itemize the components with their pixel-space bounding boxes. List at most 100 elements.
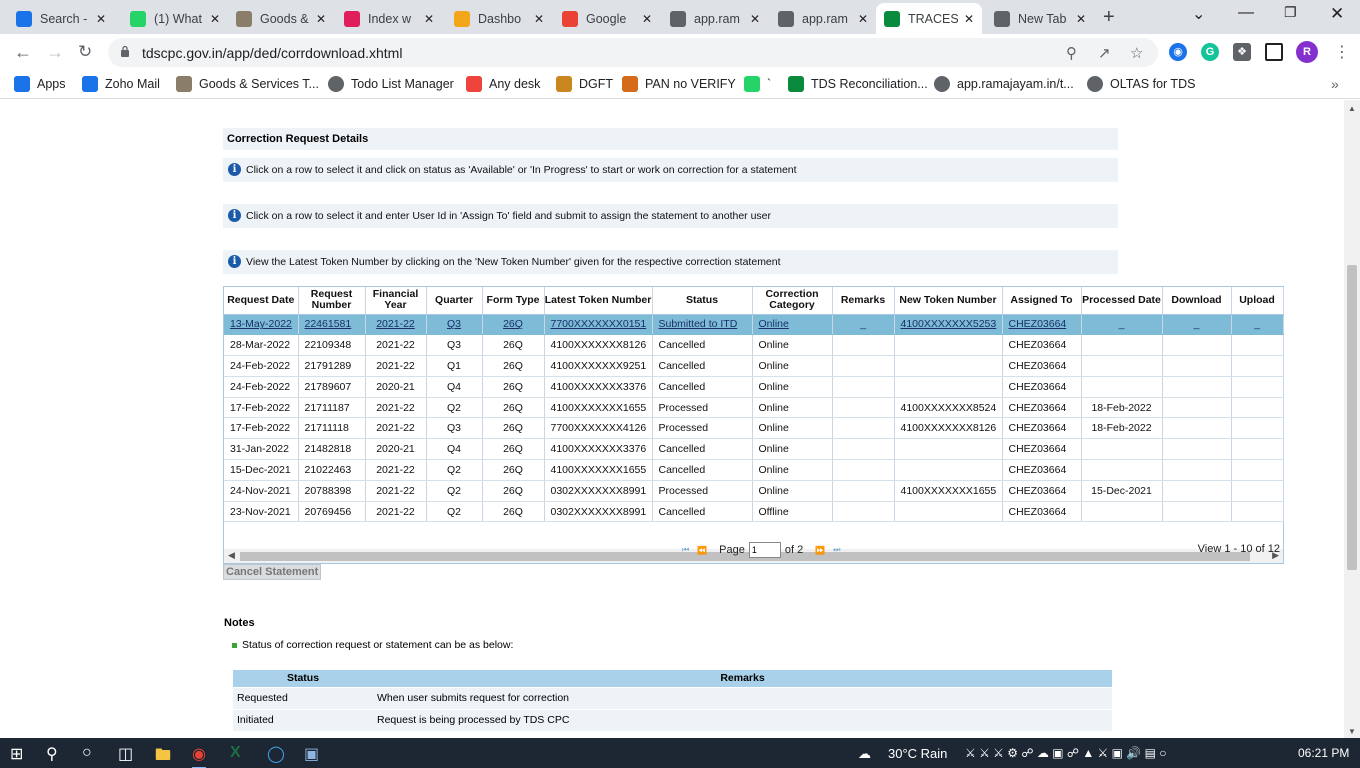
first-page-icon[interactable]: ⏮ [682, 545, 689, 555]
tab-close-icon[interactable]: ✕ [642, 12, 652, 26]
scroll-down-icon[interactable]: ▼ [1348, 727, 1356, 736]
table-cell[interactable]: 4100XXXXXXX8524 [894, 397, 1003, 419]
browser-tab[interactable]: Search - ✕ [8, 3, 114, 34]
back-icon[interactable]: ← [14, 42, 32, 63]
column-header[interactable]: Request Date [224, 287, 299, 315]
bookmark-item[interactable]: Todo List Manager [328, 76, 454, 92]
scroll-up-icon[interactable]: ▲ [1348, 104, 1356, 113]
browser-tab[interactable]: app.ram ✕ [770, 3, 876, 34]
puzzle-icon[interactable]: ❖ [1233, 43, 1251, 61]
bookmark-item[interactable]: ` [744, 76, 771, 92]
edge-icon[interactable]: ◯ [267, 744, 285, 764]
tab-close-icon[interactable]: ✕ [534, 12, 544, 26]
extension-icon[interactable]: ◉ [1169, 43, 1187, 61]
windows-start-icon[interactable]: ⊞ [10, 744, 23, 764]
tab-close-icon[interactable]: ✕ [316, 12, 326, 26]
chrome-icon[interactable]: ◉ [192, 744, 206, 768]
tab-close-icon[interactable]: ✕ [96, 12, 106, 26]
bookmark-item[interactable]: OLTAS for TDS [1087, 76, 1195, 92]
grammarly-icon[interactable]: G [1201, 43, 1219, 61]
page-scrollbar[interactable]: ▲ ▼ [1344, 100, 1360, 740]
excel-icon[interactable]: X [230, 744, 241, 762]
bookmark-item[interactable]: Goods & Services T... [176, 76, 319, 92]
bookmark-item[interactable]: PAN no VERIFY [622, 76, 736, 92]
tab-close-icon[interactable]: ✕ [750, 12, 760, 26]
weather-text[interactable]: 30°C Rain [888, 746, 947, 761]
prev-page-icon[interactable]: ⏪ [697, 546, 707, 555]
side-panel-icon[interactable] [1265, 43, 1283, 61]
zoom-icon[interactable]: ⚲ [1066, 44, 1077, 62]
tab-close-icon[interactable]: ✕ [424, 12, 434, 26]
url-text[interactable]: tdscpc.gov.in/app/ded/corrdownload.xhtml [142, 45, 402, 61]
table-row[interactable]: 17-Feb-2022 21711187 2021-22 Q2 26Q 4100XXXXX… [224, 397, 1284, 419]
browser-tab[interactable]: Goods & ✕ [228, 3, 334, 34]
bookmark-item[interactable]: TDS Reconciliation... [788, 76, 928, 92]
column-header[interactable]: Financial Year [365, 287, 427, 315]
column-header[interactable]: Correction Category [752, 287, 833, 315]
file-explorer-icon[interactable]: 🖿 [155, 744, 171, 768]
table-cell[interactable]: 4100XXXXXXX1655 [894, 480, 1003, 502]
share-icon[interactable]: ↗ [1098, 44, 1111, 62]
remote-desktop-icon[interactable]: ▣ [304, 744, 319, 764]
table-row[interactable]: 15-Dec-2021 21022463 2021-22 Q2 26Q 4100XXXXX… [224, 459, 1284, 481]
column-header[interactable]: Upload [1231, 287, 1284, 315]
page-scroll-thumb[interactable] [1347, 265, 1357, 570]
search-icon[interactable]: ⚲ [46, 744, 58, 764]
browser-tab[interactable]: (1) What ✕ [122, 3, 228, 34]
column-header[interactable]: Quarter [426, 287, 483, 315]
minimize-button[interactable]: — [1238, 4, 1254, 22]
page-input[interactable] [748, 542, 781, 558]
table-row[interactable]: 24-Nov-2021 20788398 2021-22 Q2 26Q 0302XXXXX… [224, 480, 1284, 502]
table-row[interactable]: 24-Feb-2022 21789607 2020-21 Q4 26Q 4100XXXXX… [224, 376, 1284, 398]
browser-tab[interactable]: Dashbo ✕ [446, 3, 552, 34]
cancel-statement-button[interactable]: Cancel Statement [223, 564, 322, 580]
table-row[interactable]: 23-Nov-2021 20769456 2021-22 Q2 26Q 0302XXXXX… [224, 501, 1284, 523]
forward-icon[interactable]: → [46, 42, 64, 63]
bookmark-item[interactable]: DGFT [556, 76, 613, 92]
table-row[interactable]: 13-May-2022 22461581 2021-22 Q3 26Q 7700XXXXX… [224, 314, 1284, 336]
column-header[interactable]: Processed Date [1081, 287, 1163, 315]
bookmark-item[interactable]: Any desk [466, 76, 540, 92]
new-tab-button[interactable]: + [1103, 6, 1115, 29]
tab-close-icon[interactable]: ✕ [210, 12, 220, 26]
bookmarks-overflow-icon[interactable]: » [1331, 76, 1339, 92]
tab-close-icon[interactable]: ✕ [858, 12, 868, 26]
column-header[interactable]: Status [652, 287, 753, 315]
table-cell[interactable]: 4100XXXXXXX8126 [894, 417, 1003, 440]
column-header[interactable]: New Token Number [894, 287, 1003, 315]
clock[interactable]: 06:21 PM [1298, 746, 1349, 760]
address-bar[interactable]: tdscpc.gov.in/app/ded/corrdownload.xhtml… [108, 38, 1158, 67]
table-row[interactable]: 24-Feb-2022 21791289 2021-22 Q1 26Q 4100XXXXX… [224, 355, 1284, 377]
table-row[interactable]: 28-Mar-2022 22109348 2021-22 Q3 26Q 4100XXXXX… [224, 334, 1284, 357]
browser-tab[interactable]: TRACES ✕ [876, 3, 982, 34]
browser-tab[interactable]: New Tab ✕ [986, 3, 1094, 34]
browser-tab[interactable]: app.ram ✕ [662, 3, 768, 34]
column-header[interactable]: Remarks [832, 287, 895, 315]
bookmark-item[interactable]: Zoho Mail [82, 76, 160, 92]
column-header[interactable]: Request Number [298, 287, 366, 315]
column-header[interactable]: Latest Token Number [544, 287, 653, 315]
bookmark-item[interactable]: app.ramajayam.in/t... [934, 76, 1074, 92]
tab-close-icon[interactable]: ✕ [1076, 12, 1086, 26]
column-header[interactable]: Download [1162, 287, 1232, 315]
column-header[interactable]: Form Type [482, 287, 545, 315]
reload-icon[interactable]: ↻ [78, 42, 92, 62]
profile-avatar[interactable]: R [1296, 41, 1318, 63]
tab-search-icon[interactable]: ⌄ [1192, 4, 1205, 24]
restore-button[interactable]: ❐ [1284, 4, 1297, 21]
bookmark-item[interactable]: Apps [14, 76, 66, 92]
browser-tab[interactable]: Index w ✕ [336, 3, 442, 34]
system-tray-icons[interactable]: ⚔ ⚔ ⚔ ⚙ ☍ ☁ ▣ ☍ ▲ ⚔ ▣ 🔊 ▤ ○ [965, 746, 1167, 760]
last-page-icon[interactable]: ⏭ [833, 545, 840, 555]
tab-close-icon[interactable]: ✕ [964, 12, 974, 26]
browser-tab[interactable]: Google ✕ [554, 3, 660, 34]
column-header[interactable]: Assigned To [1002, 287, 1082, 315]
weather-icon[interactable]: ☁ [858, 746, 871, 762]
menu-kebab-icon[interactable]: ⋮ [1334, 42, 1350, 62]
next-page-icon[interactable]: ⏩ [815, 546, 825, 555]
table-row[interactable]: 31-Jan-2022 21482818 2020-21 Q4 26Q 4100XXXXX… [224, 438, 1284, 461]
table-cell[interactable]: 4100XXXXXXX5253 [894, 314, 1003, 336]
task-view-icon[interactable]: ◫ [118, 744, 133, 764]
window-close-button[interactable]: ✕ [1330, 4, 1344, 24]
bookmark-star-icon[interactable]: ☆ [1130, 44, 1143, 62]
